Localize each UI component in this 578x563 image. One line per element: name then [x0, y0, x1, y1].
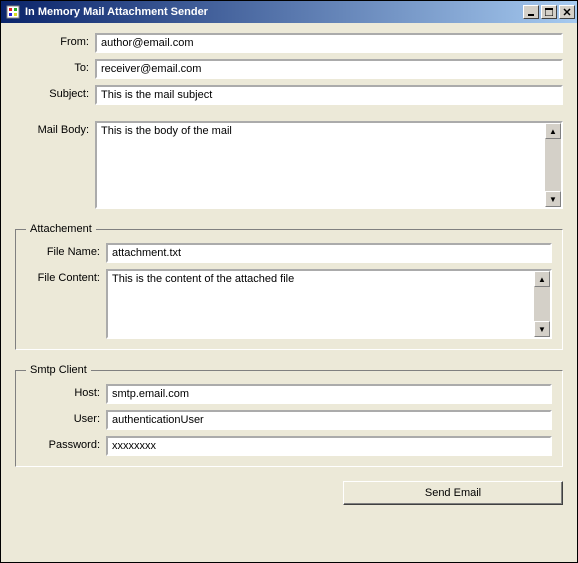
from-label: From:: [15, 33, 95, 48]
scroll-down-icon[interactable]: ▼: [534, 321, 550, 337]
mail-body-label: Mail Body:: [15, 121, 95, 136]
smtp-legend: Smtp Client: [26, 364, 91, 376]
titlebar: In Memory Mail Attachment Sender: [1, 1, 577, 23]
subject-label: Subject:: [15, 85, 95, 100]
button-row: Send Email: [15, 481, 563, 505]
close-button[interactable]: [559, 5, 575, 19]
user-input[interactable]: [106, 410, 552, 430]
filecontent-label: File Content:: [26, 269, 106, 284]
password-label: Password:: [26, 436, 106, 451]
smtp-group: Smtp Client Host: User: Password:: [15, 364, 563, 467]
scroll-down-icon[interactable]: ▼: [545, 191, 561, 207]
filecontent-input[interactable]: [108, 271, 534, 337]
scroll-up-icon[interactable]: ▲: [534, 271, 550, 287]
app-window: In Memory Mail Attachment Sender From: T…: [0, 0, 578, 563]
window-controls: [523, 5, 575, 19]
filecontent-scrollbar[interactable]: ▲ ▼: [534, 271, 550, 337]
send-email-button[interactable]: Send Email: [343, 481, 563, 505]
to-input[interactable]: [95, 59, 563, 79]
host-input[interactable]: [106, 384, 552, 404]
minimize-button[interactable]: [523, 5, 539, 19]
scroll-up-icon[interactable]: ▲: [545, 123, 561, 139]
host-label: Host:: [26, 384, 106, 399]
subject-input[interactable]: [95, 85, 563, 105]
app-icon: [5, 4, 21, 20]
client-area: From: To: Subject: Mail Body: ▲ ▼ Attach…: [1, 23, 577, 562]
maximize-button[interactable]: [541, 5, 557, 19]
filename-label: File Name:: [26, 243, 106, 258]
user-label: User:: [26, 410, 106, 425]
mail-body-scrollbar[interactable]: ▲ ▼: [545, 123, 561, 207]
window-title: In Memory Mail Attachment Sender: [25, 6, 523, 18]
mail-body-wrap: ▲ ▼: [95, 121, 563, 209]
filecontent-wrap: ▲ ▼: [106, 269, 552, 339]
attachment-group: Attachement File Name: File Content: ▲ ▼: [15, 223, 563, 350]
from-input[interactable]: [95, 33, 563, 53]
attachment-legend: Attachement: [26, 223, 96, 235]
mail-body-input[interactable]: [97, 123, 545, 207]
filename-input[interactable]: [106, 243, 552, 263]
to-label: To:: [15, 59, 95, 74]
password-input[interactable]: [106, 436, 552, 456]
